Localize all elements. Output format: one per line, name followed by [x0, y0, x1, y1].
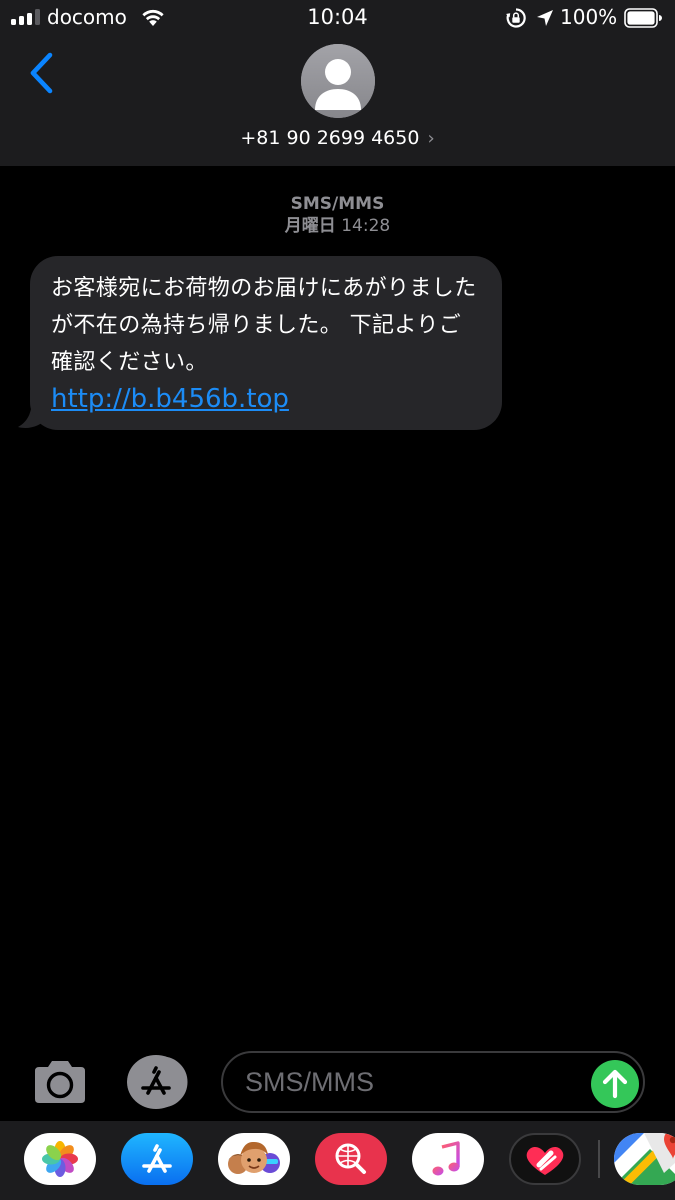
contact-details-link[interactable]: +81 90 2699 4650 › — [0, 126, 675, 151]
person-silhouette-icon — [301, 44, 375, 118]
battery-icon — [624, 8, 662, 28]
app-drawer — [0, 1121, 675, 1200]
contact-phone-number: +81 90 2699 4650 — [240, 127, 420, 149]
chevron-right-icon: › — [427, 128, 435, 149]
photos-app[interactable] — [24, 1133, 96, 1185]
location-arrow-icon — [537, 10, 553, 26]
map-pin-icon — [614, 1133, 675, 1185]
message-link[interactable]: http://b.b456b.top — [51, 384, 289, 414]
drawer-divider — [598, 1140, 600, 1178]
rotation-lock-icon — [506, 8, 526, 28]
images-search-app[interactable] — [315, 1133, 387, 1185]
music-note-icon — [432, 1141, 460, 1176]
message-text: お客様宛にお荷物のお届けにあがりましたが不在の為持ち帰りました。 下記よりご確認… — [51, 276, 477, 375]
service-label: SMS/MMS — [290, 194, 385, 214]
app-store-app[interactable] — [121, 1133, 193, 1185]
battery-percentage: 100% — [560, 5, 618, 29]
digital-touch-app[interactable] — [509, 1133, 581, 1185]
google-maps-app[interactable] — [614, 1133, 675, 1185]
message-time: 14:28 — [341, 216, 391, 236]
message-day: 月曜日 — [284, 216, 336, 236]
messages-screen: docomo 10:04 100% +81 90 2699 4650 › SMS… — [0, 0, 675, 1200]
message-input-field[interactable] — [221, 1051, 645, 1113]
app-store-icon — [127, 1055, 188, 1109]
music-app[interactable] — [412, 1133, 484, 1185]
arrow-up-icon — [602, 1069, 628, 1099]
send-button[interactable] — [591, 1060, 639, 1108]
memoji-stickers-icon — [228, 1141, 280, 1174]
memoji-app[interactable] — [218, 1133, 290, 1185]
heart-touch-icon — [526, 1147, 564, 1175]
incoming-message-bubble[interactable]: お客様宛にお荷物のお届けにあがりましたが不在の為持ち帰りました。 下記よりご確認… — [30, 256, 502, 430]
status-bar: docomo 10:04 100% — [0, 0, 675, 36]
app-store-icon — [142, 1144, 172, 1173]
message-input[interactable] — [245, 1062, 585, 1102]
message-datetime: 月曜日 14:28 — [0, 215, 675, 237]
contact-avatar[interactable] — [301, 44, 375, 118]
photos-icon — [42, 1141, 78, 1177]
app-store-button[interactable] — [126, 1054, 190, 1110]
thread-timestamp: SMS/MMS 月曜日 14:28 — [0, 193, 675, 237]
conversation-header: docomo 10:04 100% +81 90 2699 4650 › — [0, 0, 675, 166]
back-button[interactable] — [22, 50, 62, 96]
camera-button[interactable] — [31, 1059, 89, 1105]
globe-search-icon — [335, 1143, 366, 1174]
